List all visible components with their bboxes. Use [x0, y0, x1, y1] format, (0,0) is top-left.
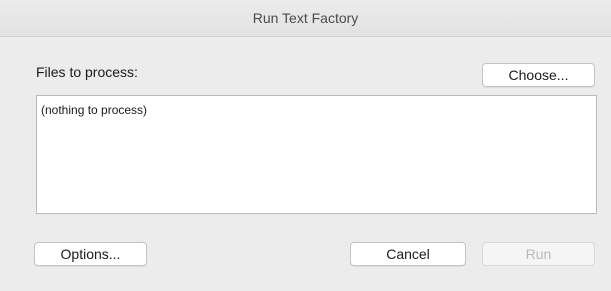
run-text-factory-dialog: Run Text Factory Files to process: Choos…: [0, 0, 611, 291]
files-to-process-label: Files to process:: [36, 64, 138, 80]
files-list[interactable]: (nothing to process): [36, 95, 597, 214]
file-list-empty-text: (nothing to process): [41, 103, 148, 117]
choose-button[interactable]: Choose...: [482, 63, 595, 87]
run-button[interactable]: Run: [482, 242, 595, 266]
window-title: Run Text Factory: [0, 0, 611, 37]
cancel-button[interactable]: Cancel: [350, 242, 466, 266]
options-button[interactable]: Options...: [34, 242, 147, 266]
